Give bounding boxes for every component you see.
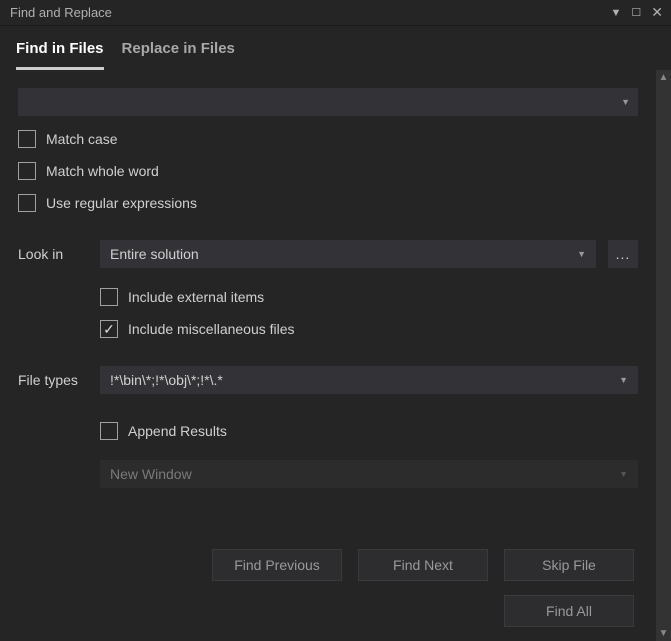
use-regex-label: Use regular expressions xyxy=(46,195,197,211)
window-dropdown-icon[interactable]: ▼ xyxy=(611,7,622,19)
include-external-checkbox[interactable] xyxy=(100,288,118,306)
browse-button[interactable]: ... xyxy=(608,240,638,268)
match-case-label: Match case xyxy=(46,131,118,147)
lookin-value: Entire solution xyxy=(110,246,199,262)
find-all-button[interactable]: Find All xyxy=(504,595,634,627)
tab-bar: Find in Files Replace in Files xyxy=(0,26,671,70)
tab-find-in-files[interactable]: Find in Files xyxy=(16,40,104,70)
search-term-input[interactable]: ▼ xyxy=(18,88,638,116)
maximize-icon[interactable]: ☐ xyxy=(631,6,641,19)
titlebar: Find and Replace ▼ ☐ ✕ xyxy=(0,0,671,26)
filetypes-combo[interactable]: !*\bin\*;!*\obj\*;!*\.* ▼ xyxy=(100,366,638,394)
filetypes-label: File types xyxy=(18,372,88,388)
tab-replace-in-files[interactable]: Replace in Files xyxy=(122,40,235,70)
include-misc-checkbox[interactable] xyxy=(100,320,118,338)
append-results-checkbox[interactable] xyxy=(100,422,118,440)
skip-file-button[interactable]: Skip File xyxy=(504,549,634,581)
append-results-label: Append Results xyxy=(128,423,227,439)
match-whole-word-checkbox[interactable] xyxy=(18,162,36,180)
panel-content: ▼ Match case Match whole word Use regula… xyxy=(0,70,656,641)
use-regex-checkbox[interactable] xyxy=(18,194,36,212)
chevron-down-icon[interactable]: ▼ xyxy=(577,249,586,259)
chevron-down-icon[interactable]: ▼ xyxy=(619,375,628,385)
results-window-combo[interactable]: New Window ▼ xyxy=(100,460,638,488)
results-window-value: New Window xyxy=(110,466,192,482)
close-icon[interactable]: ✕ xyxy=(651,4,663,21)
scroll-up-icon[interactable]: ▲ xyxy=(659,70,669,85)
chevron-down-icon[interactable]: ▼ xyxy=(621,97,630,107)
match-whole-word-label: Match whole word xyxy=(46,163,159,179)
window-title: Find and Replace xyxy=(10,5,112,20)
filetypes-value: !*\bin\*;!*\obj\*;!*\.* xyxy=(110,372,223,388)
include-external-label: Include external items xyxy=(128,289,264,305)
find-next-button[interactable]: Find Next xyxy=(358,549,488,581)
vertical-scrollbar[interactable]: ▲ ▼ xyxy=(656,70,671,641)
lookin-combo[interactable]: Entire solution ▼ xyxy=(100,240,596,268)
include-misc-label: Include miscellaneous files xyxy=(128,321,295,337)
find-previous-button[interactable]: Find Previous xyxy=(212,549,342,581)
lookin-label: Look in xyxy=(18,246,88,262)
chevron-down-icon[interactable]: ▼ xyxy=(619,469,628,479)
match-case-checkbox[interactable] xyxy=(18,130,36,148)
window-controls: ▼ ☐ ✕ xyxy=(611,4,664,21)
